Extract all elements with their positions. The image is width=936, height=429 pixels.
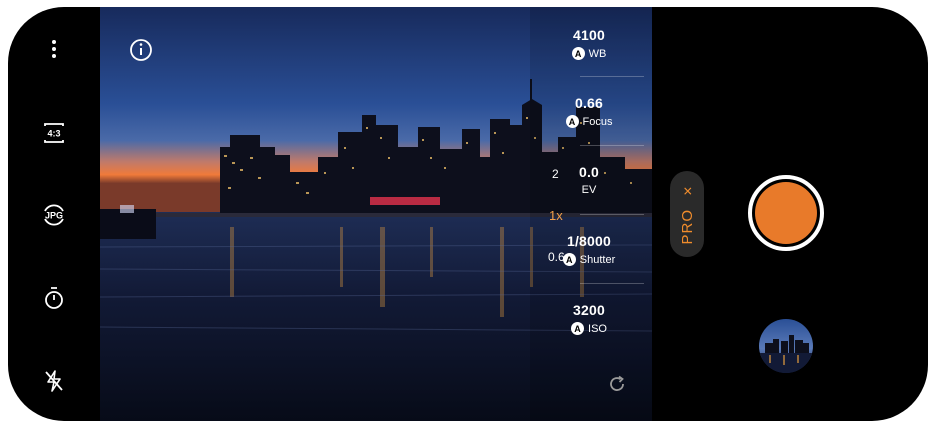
reset-button[interactable] — [607, 374, 627, 394]
camera-app: 4:3 JPG 4100 A WB 0.66 A Focus 0.0 EV 1/… — [8, 7, 928, 421]
timer-icon — [45, 287, 63, 309]
iso-label: ISO — [588, 322, 607, 335]
ev-setting[interactable]: 0.0 EV — [534, 164, 644, 196]
format-icon: JPG — [44, 204, 64, 226]
zoom-1x-button[interactable]: 1x — [549, 208, 563, 223]
wb-value: 4100 — [573, 27, 605, 43]
divider — [580, 214, 644, 215]
pro-mode-toggle[interactable]: × PRO — [670, 171, 704, 257]
flash-off-icon — [45, 370, 63, 392]
auto-badge: A — [571, 322, 585, 335]
camera-preview-image — [100, 7, 652, 421]
close-icon[interactable]: × — [679, 187, 696, 196]
more-options-button[interactable] — [38, 33, 70, 65]
shutter-button-inner — [755, 182, 817, 244]
timer-button[interactable] — [38, 282, 70, 314]
info-icon — [130, 39, 152, 61]
divider — [580, 145, 644, 146]
gallery-thumbnail[interactable] — [759, 319, 813, 373]
aspect-ratio-button[interactable]: 4:3 — [38, 117, 70, 149]
pro-mode-label: PRO — [678, 209, 696, 245]
gallery-preview-image — [759, 319, 813, 373]
focus-label: Focus — [582, 115, 613, 128]
format-label: JPG — [45, 211, 63, 221]
wb-setting[interactable]: 4100 A WB — [534, 27, 644, 60]
left-toolbar: 4:3 JPG — [8, 7, 100, 421]
ev-label: EV — [581, 184, 597, 196]
shutter-button[interactable] — [748, 175, 824, 251]
divider — [580, 76, 644, 77]
format-button[interactable]: JPG — [38, 199, 70, 231]
auto-badge: A — [565, 115, 579, 128]
aspect-ratio-label: 4:3 — [47, 129, 60, 139]
reset-icon — [610, 375, 624, 391]
viewfinder[interactable]: 4100 A WB 0.66 A Focus 0.0 EV 1/8000 A Shut… — [100, 7, 652, 421]
focus-setting[interactable]: 0.66 A Focus — [534, 95, 644, 128]
iso-setting[interactable]: 3200 A ISO — [534, 302, 644, 335]
shutter-speed-label: Shutter — [579, 253, 616, 266]
focus-value: 0.66 — [574, 95, 604, 111]
vertical-dots-icon — [52, 40, 56, 58]
info-button[interactable] — [128, 37, 154, 63]
auto-badge: A — [571, 47, 585, 60]
wb-label: WB — [588, 47, 607, 60]
ev-value: 0.0 — [578, 164, 600, 180]
zoom-0-6x-button[interactable]: 0.6 — [548, 250, 565, 264]
divider — [580, 283, 644, 284]
shutter-speed-value: 1/8000 — [566, 233, 612, 249]
iso-value: 3200 — [573, 302, 605, 318]
zoom-2x-button[interactable]: 2 — [552, 167, 559, 181]
flash-button[interactable] — [38, 365, 70, 397]
aspect-ratio-icon: 4:3 — [44, 123, 64, 143]
